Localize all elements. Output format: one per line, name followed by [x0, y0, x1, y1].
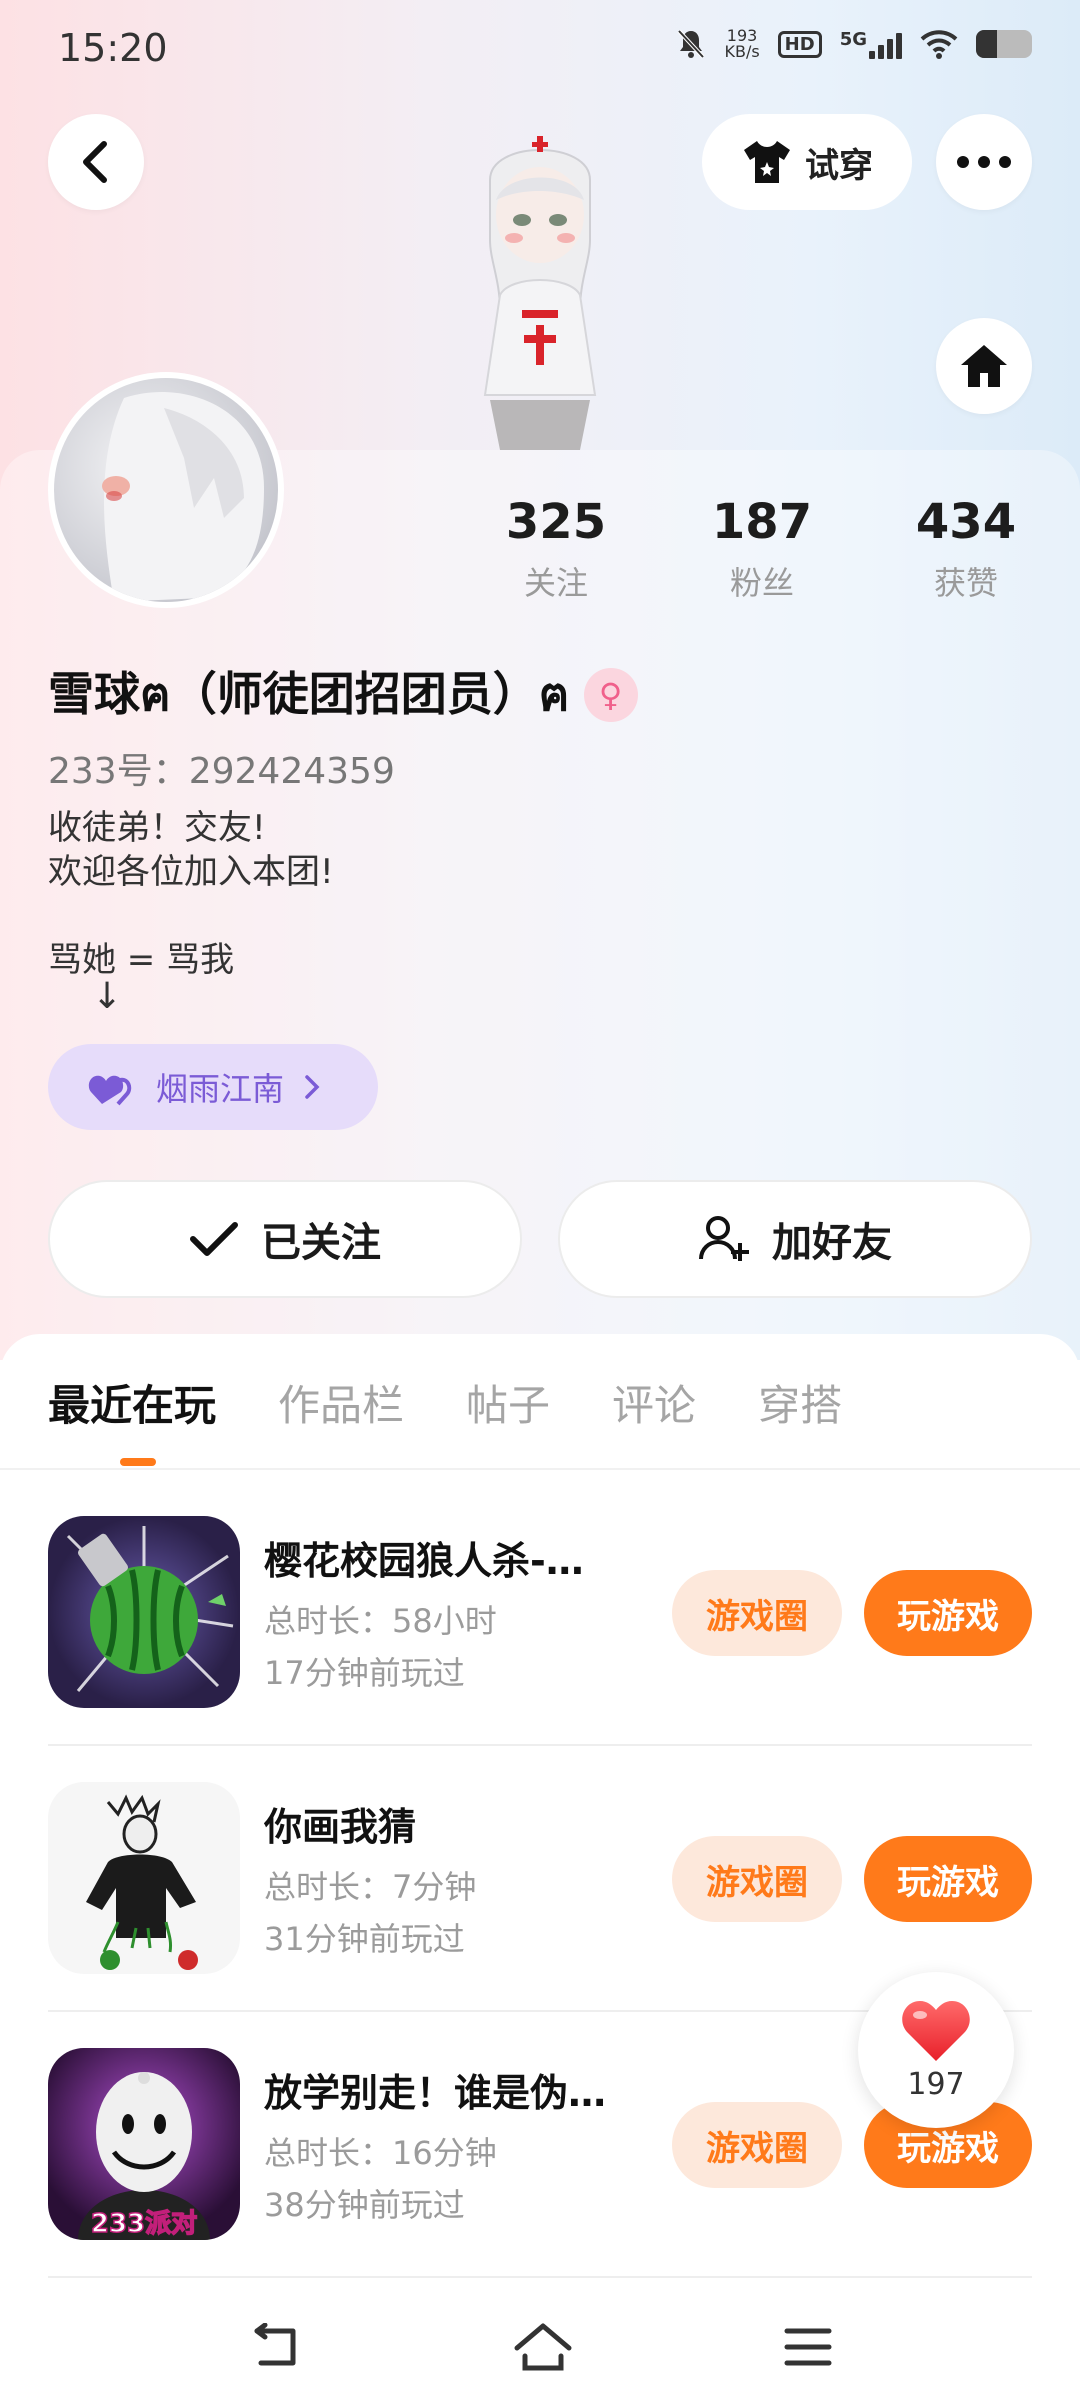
tabs-divider — [0, 1468, 1080, 1470]
heart-pair-icon — [88, 1075, 132, 1106]
game-icon-drawing — [48, 1782, 240, 1974]
back-nav-icon[interactable] — [247, 2323, 303, 2371]
more-dots-icon — [957, 156, 1011, 168]
hd-icon: HD — [777, 30, 822, 58]
game-last-played: 31分钟前玩过 — [264, 1920, 465, 1958]
game-duration: 总时长：58小时 — [264, 1602, 497, 1640]
heart-icon — [902, 2000, 970, 2061]
game-duration: 总时长：7分钟 — [264, 1868, 477, 1906]
mute-bell-icon — [677, 29, 705, 59]
wifi-icon — [920, 30, 958, 59]
game-title: 樱花校园狼人杀-… — [264, 1539, 584, 1583]
home-nav-icon[interactable] — [513, 2322, 573, 2372]
add-user-icon — [699, 1216, 749, 1261]
game-icon-badge: 233派对 — [91, 2209, 197, 2239]
profile-name: 雪球ฅ（师徒团招团员）ฅ ♀ — [48, 658, 638, 731]
game-row[interactable]: 樱花校园狼人杀-… 总时长：58小时 17分钟前玩过 游戏圈 玩游戏 — [48, 1516, 1032, 1708]
user-id[interactable]: 233号：292424359 — [48, 742, 395, 794]
game-row[interactable]: 你画我猜 总时长：7分钟 31分钟前玩过 游戏圈 玩游戏 — [48, 1782, 1032, 1974]
avatar-image — [102, 392, 264, 602]
stat-following[interactable]: 325 关注 — [476, 494, 636, 604]
tab-comments[interactable]: 评论 — [612, 1372, 696, 1433]
play-game-button[interactable]: 玩游戏 — [864, 1836, 1032, 1922]
game-circle-button[interactable]: 游戏圈 — [672, 1836, 842, 1922]
game-circle-button[interactable]: 游戏圈 — [672, 1570, 842, 1656]
row-divider — [48, 2276, 1032, 2278]
game-icon-party: 233派对 — [48, 2048, 240, 2240]
female-gender-icon: ♀ — [583, 667, 638, 722]
tab-outfits[interactable]: 穿搭 — [758, 1372, 842, 1433]
profile-tabs: 最近在玩 作品栏 帖子 评论 穿搭 — [48, 1372, 904, 1433]
guild-badge[interactable]: 烟雨江南 — [48, 1044, 378, 1130]
more-button[interactable] — [936, 114, 1032, 210]
row-divider — [48, 1744, 1032, 1746]
chevron-left-icon — [83, 141, 107, 183]
followed-button[interactable]: 已关注 — [48, 1180, 522, 1298]
game-title: 你画我猜 — [264, 1805, 417, 1849]
check-icon — [190, 1222, 238, 1256]
try-on-button[interactable]: 试穿 — [702, 114, 912, 210]
play-game-button[interactable]: 玩游戏 — [864, 1570, 1032, 1656]
game-duration: 总时长：16分钟 — [264, 2134, 497, 2172]
stat-likes[interactable]: 434 获赞 — [886, 494, 1046, 604]
like-count: 197 — [907, 2066, 965, 2102]
game-last-played: 38分钟前玩过 — [264, 2186, 465, 2224]
menu-nav-icon[interactable] — [783, 2325, 833, 2369]
system-nav-bar — [0, 2290, 1080, 2404]
game-title: 放学别走！谁是伪… — [264, 2071, 607, 2115]
tab-works[interactable]: 作品栏 — [278, 1372, 404, 1433]
tab-recent-played[interactable]: 最近在玩 — [48, 1372, 216, 1433]
game-icon-watermelon — [48, 1516, 240, 1708]
net-speed: 193 KB/s — [724, 26, 760, 61]
game-last-played: 17分钟前玩过 — [264, 1654, 465, 1692]
chevron-right-icon — [305, 1075, 320, 1099]
stat-fans[interactable]: 187 粉丝 — [682, 494, 842, 604]
like-float-button[interactable]: 197 — [858, 1972, 1014, 2128]
bio-arrow: ↓ — [92, 976, 123, 1017]
status-bar: 15:20 193 KB/s HD 5G — [0, 0, 1080, 100]
profile-avatar[interactable] — [48, 372, 284, 608]
tab-posts[interactable]: 帖子 — [466, 1372, 550, 1433]
profile-bio: 收徒弟！交友! 欢迎各位加入本团! 骂她 = 骂我 — [48, 808, 334, 980]
active-tab-indicator — [120, 1458, 156, 1466]
signal-icon: 5G — [840, 29, 902, 59]
avatar-3d-character — [483, 136, 597, 450]
add-friend-button[interactable]: 加好友 — [558, 1180, 1032, 1298]
back-button[interactable] — [48, 114, 144, 210]
tshirt-icon — [744, 141, 790, 183]
battery-icon — [976, 30, 1032, 58]
home-button[interactable] — [936, 318, 1032, 414]
house-icon — [961, 345, 1007, 387]
status-time: 15:20 — [58, 26, 168, 70]
game-circle-button[interactable]: 游戏圈 — [672, 2102, 842, 2188]
